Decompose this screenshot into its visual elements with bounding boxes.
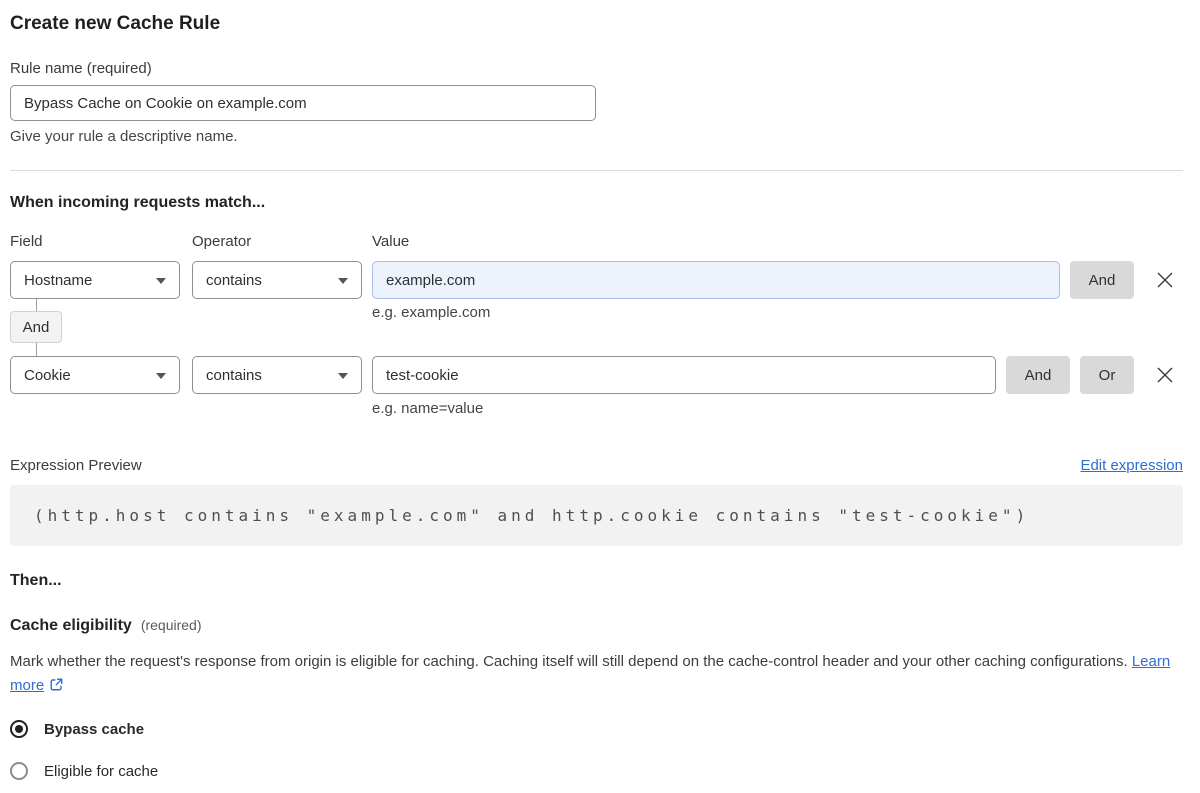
field-column-label: Field [10, 233, 43, 250]
radio-label-bypass-cache[interactable]: Bypass cache [44, 721, 144, 738]
and-button-row1[interactable]: And [1070, 261, 1134, 299]
section-divider [10, 170, 1183, 171]
value-input-row1[interactable] [372, 261, 1060, 299]
radio-label-eligible-for-cache[interactable]: Eligible for cache [44, 763, 158, 780]
or-button-row2[interactable]: Or [1080, 356, 1134, 394]
remove-row2-button[interactable] [1147, 356, 1183, 394]
operator-select-row1[interactable]: contains [192, 261, 362, 299]
connector-line-top [36, 299, 37, 311]
value-helper-row1: e.g. example.com [372, 304, 491, 321]
rule-name-helper: Give your rule a descriptive name. [10, 128, 238, 145]
radio-unselected-icon[interactable] [10, 762, 28, 780]
chevron-down-icon [338, 373, 348, 379]
row-connector-area: And e.g. example.com [10, 299, 1183, 356]
rule-name-input[interactable] [10, 85, 596, 121]
connector-and-button[interactable]: And [10, 311, 62, 343]
match-row-2: Cookie contains And Or [10, 356, 1183, 394]
description-text: Mark whether the request's response from… [10, 653, 1128, 670]
and-button-row2[interactable]: And [1006, 356, 1070, 394]
expression-preview-header: Expression Preview Edit expression [10, 456, 1183, 476]
radio-option-eligible-for-cache[interactable]: Eligible for cache [10, 762, 1183, 780]
close-icon [1157, 272, 1173, 288]
close-icon [1157, 367, 1173, 383]
field-select-row1[interactable]: Hostname [10, 261, 180, 299]
field-select-row1-value: Hostname [24, 271, 93, 289]
field-select-row2-value: Cookie [24, 366, 71, 384]
cache-eligibility-heading: Cache eligibility (required) [10, 615, 1183, 636]
value-input-row2[interactable] [372, 356, 996, 394]
match-row-1: Hostname contains And [10, 261, 1183, 299]
match-heading: When incoming requests match... [10, 194, 266, 211]
operator-select-row1-value: contains [206, 271, 262, 289]
expression-code-block: (http.host contains "example.com" and ht… [10, 485, 1183, 546]
radio-option-bypass-cache[interactable]: Bypass cache [10, 720, 1183, 738]
then-heading: Then... [10, 572, 62, 589]
cache-eligibility-title: Cache eligibility [10, 617, 132, 634]
rule-name-label: Rule name (required) [10, 60, 152, 77]
expression-code-text: (http.host contains "example.com" and ht… [34, 506, 1030, 525]
page-title: Create new Cache Rule [10, 13, 221, 34]
chevron-down-icon [156, 278, 166, 284]
connector-line-bottom [36, 343, 37, 356]
operator-select-row2[interactable]: contains [192, 356, 362, 394]
operator-select-row2-value: contains [206, 366, 262, 384]
remove-row1-button[interactable] [1147, 261, 1183, 299]
chevron-down-icon [338, 278, 348, 284]
match-column-labels: Field Operator Value [10, 233, 1183, 251]
edit-expression-link[interactable]: Edit expression [1080, 456, 1183, 476]
radio-selected-icon[interactable] [10, 720, 28, 738]
cache-eligibility-description: Mark whether the request's response from… [10, 650, 1183, 700]
external-link-icon [49, 676, 64, 700]
value-column-label: Value [372, 233, 410, 250]
field-select-row2[interactable]: Cookie [10, 356, 180, 394]
operator-column-label: Operator [192, 233, 252, 250]
required-note: (required) [140, 617, 202, 633]
expression-preview-label: Expression Preview [10, 457, 142, 474]
create-cache-rule-form: Create new Cache Rule Rule name (require… [0, 0, 1200, 780]
chevron-down-icon [156, 373, 166, 379]
value-helper-row2: e.g. name=value [372, 400, 484, 417]
